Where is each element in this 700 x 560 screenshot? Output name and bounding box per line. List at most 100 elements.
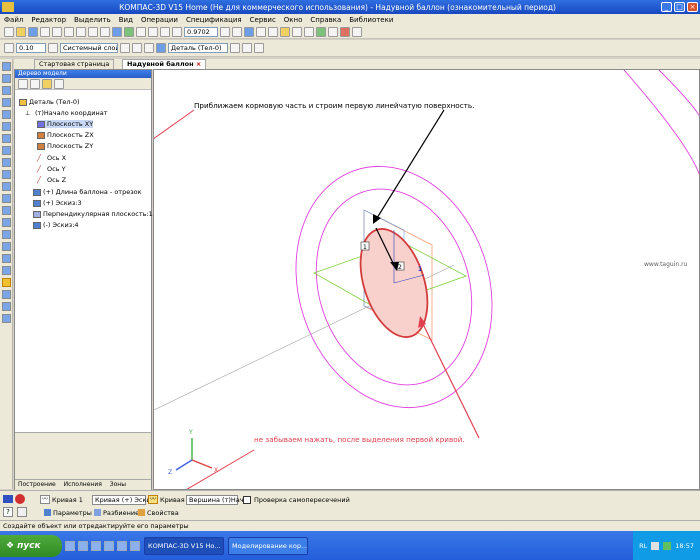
wireframe-icon[interactable] xyxy=(256,27,266,37)
minimize-button[interactable]: _ xyxy=(661,2,672,12)
grid-icon[interactable] xyxy=(144,43,154,53)
pan-icon[interactable] xyxy=(220,27,230,37)
tab-zones[interactable]: Зоны xyxy=(107,481,129,488)
tree-options-icon[interactable] xyxy=(54,78,64,89)
perspective-icon[interactable] xyxy=(292,27,302,37)
task-kompas[interactable]: КОМПАС-3D V15 Ho... xyxy=(144,536,224,555)
measure-icon[interactable] xyxy=(340,27,350,37)
curve-2-icon[interactable]: 〰 xyxy=(148,495,158,504)
manager-icon[interactable] xyxy=(112,27,122,37)
start-button[interactable]: ❖ пуск xyxy=(0,534,62,557)
tree-view-icon[interactable] xyxy=(18,78,28,89)
properties-icon[interactable] xyxy=(254,43,264,53)
library-icon[interactable] xyxy=(124,27,134,37)
curve-1-field[interactable]: Кривая (+) Эскиз xyxy=(92,495,154,505)
snap-icon[interactable] xyxy=(316,27,326,37)
quicklaunch-media-icon[interactable] xyxy=(91,540,101,551)
tool-rotate-icon[interactable] xyxy=(1,98,11,107)
tool-axes-icon[interactable] xyxy=(1,242,11,251)
menu-libraries[interactable]: Библиотеки xyxy=(345,16,397,24)
tool-chamfer-icon[interactable] xyxy=(1,158,11,167)
pin-icon[interactable] xyxy=(17,507,27,517)
stop-icon[interactable] xyxy=(15,494,25,504)
scale-icon[interactable] xyxy=(132,43,142,53)
close-button[interactable]: × xyxy=(687,2,698,12)
tool-fillet-icon[interactable] xyxy=(1,146,11,155)
tree-item-axis-z[interactable]: ╱ Ось Z xyxy=(37,176,66,184)
rebuild-icon[interactable] xyxy=(230,43,240,53)
zoom-in-icon[interactable] xyxy=(148,27,158,37)
tree-filter-icon[interactable] xyxy=(42,78,52,89)
tool-surface-4-icon[interactable] xyxy=(1,314,11,323)
tab-executions[interactable]: Исполнения xyxy=(61,481,105,488)
menu-window[interactable]: Окно xyxy=(280,16,307,24)
quicklaunch-desktop-icon[interactable] xyxy=(78,540,88,551)
tab-properties[interactable]: Свойства xyxy=(138,509,179,517)
quicklaunch-app3-icon[interactable] xyxy=(130,540,140,551)
tab-close-icon[interactable]: × xyxy=(196,60,201,68)
tool-curves-icon[interactable] xyxy=(1,206,11,215)
tool-measure-icon[interactable] xyxy=(1,254,11,263)
menu-select[interactable]: Выделить xyxy=(70,16,115,24)
ruled-surface-icon[interactable] xyxy=(1,278,11,287)
tool-planes-icon[interactable] xyxy=(1,230,11,239)
style-icon[interactable] xyxy=(4,43,14,53)
tree-item-axis-x[interactable]: ╱ Ось X xyxy=(37,154,66,162)
tab-balloon[interactable]: Надувной баллон × xyxy=(122,59,207,69)
tree-item-origin[interactable]: ⊥ (т)Начало координат xyxy=(25,109,108,117)
tool-loft-icon[interactable] xyxy=(1,110,11,119)
tab-construction[interactable]: Построение xyxy=(15,481,59,488)
tree-item-plane-zx[interactable]: Плоскость ZX xyxy=(37,131,94,139)
print-icon[interactable] xyxy=(40,27,50,37)
layer-combo[interactable]: Системный слой (0) xyxy=(60,43,118,53)
tool-edit-icon[interactable] xyxy=(1,62,11,71)
tool-array-icon[interactable] xyxy=(1,182,11,191)
menu-specification[interactable]: Спецификация xyxy=(182,16,246,24)
tab-parameters[interactable]: Параметры xyxy=(44,509,92,517)
menu-help[interactable]: Справка xyxy=(306,16,345,24)
tree-item-sketch-4[interactable]: (-) Эскиз:4 xyxy=(33,221,79,229)
mcs-icon[interactable] xyxy=(352,27,362,37)
cut-icon[interactable] xyxy=(52,27,62,37)
tree-item-part[interactable]: Деталь (Тел-0) xyxy=(19,98,80,106)
tab-start-page[interactable]: Стартовая страница xyxy=(34,59,115,69)
tool-surface-2-icon[interactable] xyxy=(1,290,11,299)
zoom-combo[interactable]: 0.9702 xyxy=(184,27,218,37)
task-modeling[interactable]: Моделирование кор... xyxy=(228,536,308,555)
rotate-icon[interactable] xyxy=(232,27,242,37)
copy-icon[interactable] xyxy=(64,27,74,37)
tool-hole-icon[interactable] xyxy=(1,134,11,143)
open-file-icon[interactable] xyxy=(16,27,26,37)
paste-icon[interactable] xyxy=(76,27,86,37)
tree-item-length-segment[interactable]: (+) Длина баллона - отрезок xyxy=(33,188,142,196)
undo-icon[interactable] xyxy=(88,27,98,37)
tree-item-perp-plane[interactable]: Перпендикулярная плоскость:1 xyxy=(33,210,153,218)
help-icon[interactable]: ? xyxy=(3,507,13,517)
tool-surfaces-icon[interactable] xyxy=(1,218,11,227)
vertex-field[interactable]: Вершина (т)Нача xyxy=(186,495,248,505)
redo-icon[interactable] xyxy=(100,27,110,37)
zoom-out-icon[interactable] xyxy=(160,27,170,37)
menu-view[interactable]: Вид xyxy=(115,16,137,24)
part-icon[interactable] xyxy=(156,43,166,53)
tool-extrude-icon[interactable] xyxy=(1,86,11,95)
tray-icon[interactable] xyxy=(651,541,660,550)
menu-operations[interactable]: Операции xyxy=(137,16,182,24)
tree-sort-icon[interactable] xyxy=(30,78,40,89)
tab-partition[interactable]: Разбиение xyxy=(94,509,139,517)
variables-icon[interactable] xyxy=(242,43,252,53)
menu-edit[interactable]: Редактор xyxy=(27,16,70,24)
tool-sketch-icon[interactable] xyxy=(1,74,11,83)
tool-shell-icon[interactable] xyxy=(1,170,11,179)
quicklaunch-ie-icon[interactable] xyxy=(65,540,75,551)
color-icon[interactable] xyxy=(120,43,130,53)
new-file-icon[interactable] xyxy=(4,27,14,37)
hidden-lines-icon[interactable] xyxy=(268,27,278,37)
tree-item-sketch-3[interactable]: (+) Эскиз:3 xyxy=(33,199,82,207)
part-combo[interactable]: Деталь (Тел-0) xyxy=(168,43,228,53)
help-icon[interactable] xyxy=(136,27,146,37)
line-width-combo[interactable]: 0.10 xyxy=(16,43,46,53)
language-indicator[interactable]: RL xyxy=(639,542,647,550)
model-viewport[interactable]: 1 2 1 Приближаем кормовую часть и строим… xyxy=(153,69,700,490)
create-object-icon[interactable] xyxy=(3,495,13,503)
